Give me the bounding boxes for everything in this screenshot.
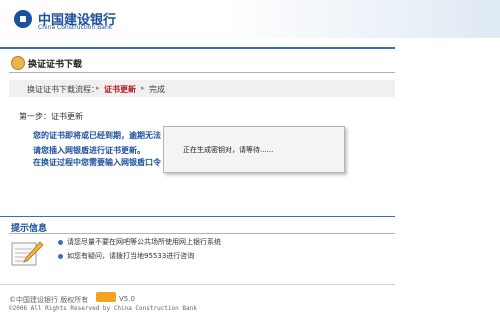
tip-item: 如您有疑问，请拨打当地95533进行咨询 <box>67 252 195 260</box>
page-title: 换证证书下载 <box>28 60 83 70</box>
breadcrumb-label: 换证证书下载流程： <box>27 85 99 94</box>
copyright-en: ©2006 All Rights Reserved by China Const… <box>9 305 197 312</box>
bank-name-en: China Construction Bank <box>38 24 113 31</box>
breadcrumb-arrow-icon: ▸ <box>141 84 145 92</box>
notepad-pencil-icon <box>11 241 44 266</box>
tip-bullet-icon <box>58 254 63 259</box>
notice-text: 请您插入网银盾进行证书更新。 <box>33 146 145 155</box>
tips-divider-top <box>0 216 395 217</box>
breadcrumb-step-done: 完成 <box>149 85 165 94</box>
title-divider <box>9 72 395 73</box>
version-label: V5.0 <box>119 295 135 303</box>
title-bullet-icon <box>11 56 25 70</box>
ccb-logo-icon <box>14 10 32 28</box>
notice-text: 您的证书即将或已经到期，逾期无法 <box>33 131 161 140</box>
tip-bullet-icon <box>58 240 63 245</box>
progress-message: 正在生成密钥对，请等待...... <box>183 146 274 154</box>
breadcrumb-arrow-icon: ▸ <box>96 84 100 92</box>
step-label: 第一步：证书更新 <box>19 112 83 121</box>
notice-text: 在换证过程中您需要输入网银盾口令 <box>33 158 161 167</box>
breadcrumb-step-current: 证书更新 <box>104 85 136 94</box>
footer-divider <box>0 284 395 285</box>
tips-divider <box>9 233 395 234</box>
header-divider <box>0 47 395 49</box>
certification-badge-icon[interactable] <box>96 292 116 302</box>
tip-item: 请您尽量不要在网吧等公共场所使用网上银行系统 <box>67 238 221 246</box>
copyright-cn: ©中国建设银行 版权所有 <box>9 296 89 304</box>
